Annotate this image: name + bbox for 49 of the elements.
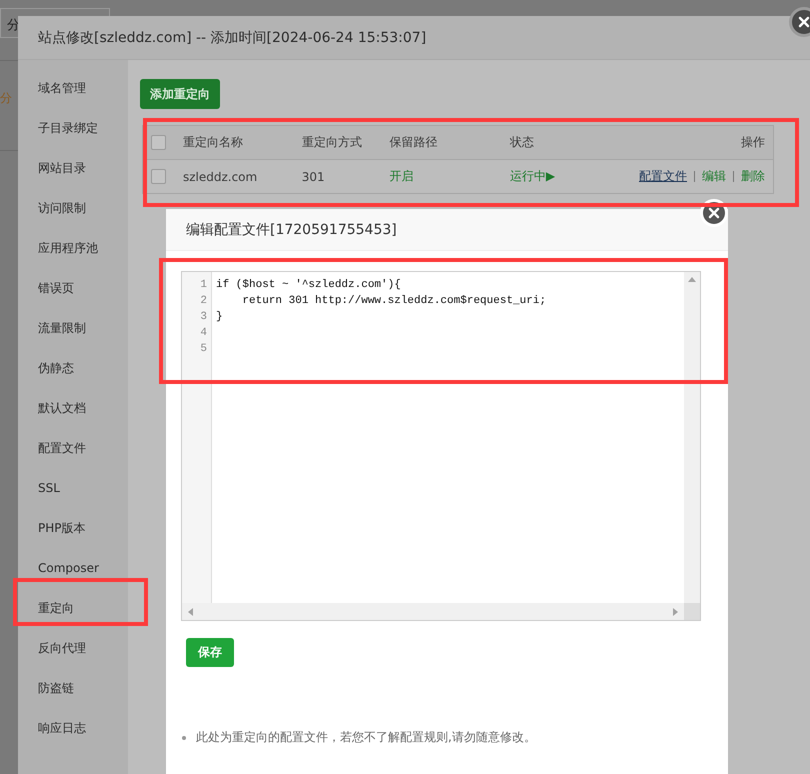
- code-line: }: [216, 311, 223, 323]
- add-redirect-button[interactable]: 添加重定向: [140, 79, 220, 109]
- sidebar-item[interactable]: 默认文档: [18, 388, 128, 428]
- code-line: if ($host ~ '^szleddz.com'){: [216, 279, 401, 291]
- column-header: 保留路径: [382, 126, 502, 160]
- sidebar-item[interactable]: 错误页: [18, 268, 128, 308]
- code-line: return 301 http://www.szleddz.com$request_uri;: [241, 295, 546, 307]
- category-text: 分: [0, 90, 12, 107]
- dialog-title: 编辑配置文件[1720591755453]: [166, 209, 728, 251]
- dialog-title: 站点修改[szleddz.com] -- 添加时间[2024-06-24 15:53:07]: [18, 16, 810, 60]
- sidebar-item[interactable]: 配置文件: [18, 428, 128, 468]
- sidebar-item[interactable]: 子目录绑定: [18, 108, 128, 148]
- sidebar-item[interactable]: 防盗链: [18, 668, 128, 708]
- close-icon[interactable]: [789, 7, 810, 37]
- sidebar-item[interactable]: 重定向: [18, 588, 128, 628]
- select-all-checkbox[interactable]: [151, 135, 166, 150]
- column-header: 重定向方式: [294, 126, 382, 160]
- code-editor[interactable]: 1 2 3 4 5 if ($host ~ '^szleddz.com'){ return 301 http://www.szleddz.com$request_uri; }: [181, 271, 701, 621]
- bullet-icon: [182, 736, 186, 740]
- sidebar-item[interactable]: 流量限制: [18, 308, 128, 348]
- line-number: 3: [199, 310, 208, 325]
- sidebar-item[interactable]: PHP版本: [18, 508, 128, 548]
- table-cell: szleddz.com: [174, 160, 294, 194]
- column-header: 操作: [624, 126, 774, 160]
- table-cell: 运行中▶: [502, 160, 624, 194]
- sidebar-item[interactable]: Composer: [18, 548, 128, 588]
- sidebar-item[interactable]: 反向代理: [18, 628, 128, 668]
- line-number: 1: [199, 278, 208, 293]
- scroll-left-icon[interactable]: [188, 608, 193, 616]
- sidebar-item[interactable]: 应用程序池: [18, 228, 128, 268]
- note-text: 此处为重定向的配置文件，若您不了解配置规则,请勿随意修改。: [196, 729, 536, 746]
- line-number: 2: [199, 294, 208, 309]
- sidebar-item[interactable]: 访问限制: [18, 188, 128, 228]
- column-header: 状态: [502, 126, 624, 160]
- sidebar-item[interactable]: 响应日志: [18, 708, 128, 748]
- config-file-link[interactable]: 配置文件: [632, 168, 694, 185]
- row-checkbox[interactable]: [151, 169, 166, 184]
- table-cell: 301: [294, 160, 382, 194]
- sidebar-item[interactable]: 伪静态: [18, 348, 128, 388]
- sidebar-item[interactable]: 网站目录: [18, 148, 128, 188]
- scrollbar-corner: [684, 603, 700, 620]
- scroll-up-icon[interactable]: [688, 277, 696, 282]
- scroll-right-icon[interactable]: [673, 608, 678, 616]
- line-number: 5: [199, 342, 208, 357]
- column-header: 重定向名称: [174, 126, 294, 160]
- sidebar-item[interactable]: SSL: [18, 468, 128, 508]
- line-number: 4: [199, 326, 208, 341]
- table-cell: 开启: [382, 160, 502, 194]
- sidebar-item[interactable]: 域名管理: [18, 68, 128, 108]
